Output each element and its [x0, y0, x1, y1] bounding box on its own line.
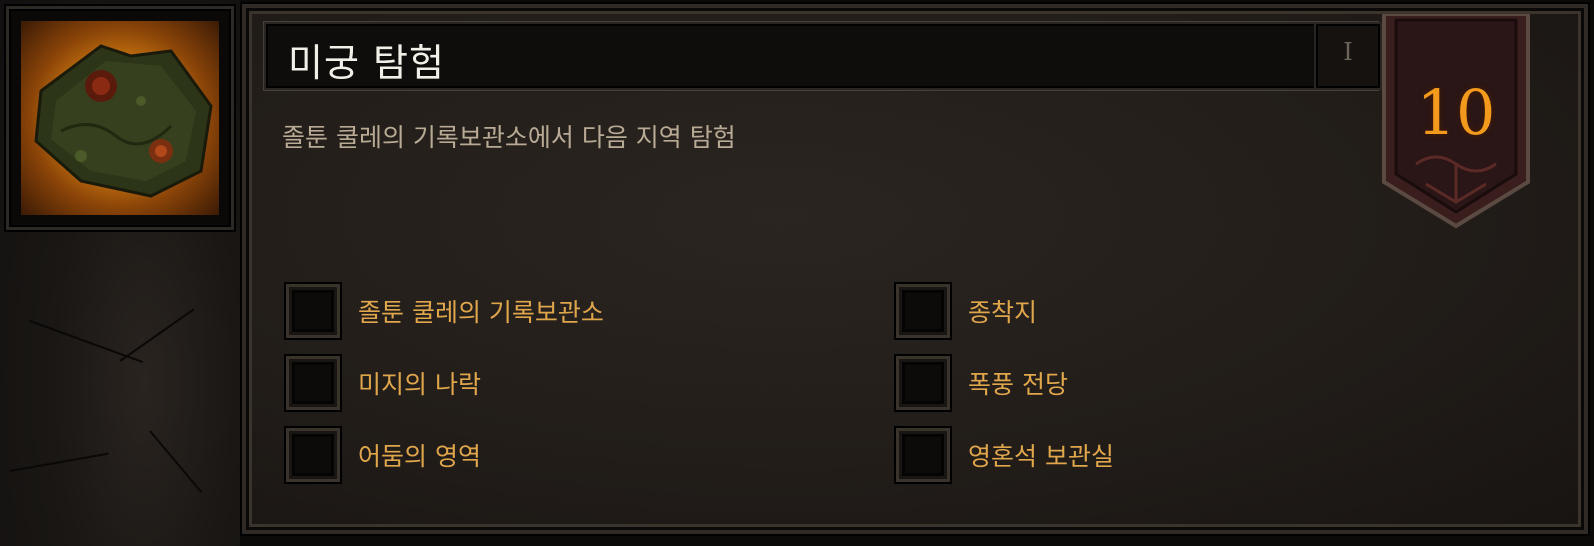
- objective-item: 졸툰 쿨레의 기록보관소: [286, 284, 604, 338]
- objective-label: 영혼석 보관실: [968, 442, 1114, 471]
- objective-label: 졸툰 쿨레의 기록보관소: [358, 298, 604, 327]
- objective-item: 영혼석 보관실: [896, 428, 1114, 482]
- objective-item: 미지의 나락: [286, 356, 481, 410]
- objective-label: 어둠의 영역: [358, 442, 481, 471]
- points-banner: 10: [1380, 12, 1532, 234]
- tier-roman: I: [1343, 38, 1353, 66]
- objective-checkbox: [286, 428, 340, 482]
- achievement-icon-frame: [6, 6, 234, 230]
- stone-crack: [119, 308, 195, 362]
- objective-item: 폭풍 전당: [896, 356, 1068, 410]
- achievement-points: 10: [1416, 76, 1496, 149]
- achievement-title: 미궁 탐험: [288, 41, 445, 85]
- objective-label: 미지의 나락: [358, 370, 481, 399]
- stone-crack: [9, 452, 109, 472]
- objective-item: 종착지: [896, 284, 1037, 338]
- left-column: [0, 0, 240, 546]
- objective-item: 어둠의 영역: [286, 428, 481, 482]
- objectives-list: 졸툰 쿨레의 기록보관소 미지의 나락 어둠의 영역 종착지 폭풍 전당 영혼석…: [286, 284, 1286, 504]
- objective-label: 폭풍 전당: [968, 370, 1068, 399]
- stone-crack: [149, 430, 203, 493]
- objective-checkbox: [286, 356, 340, 410]
- title-bar: 미궁 탐험: [264, 22, 1378, 90]
- objective-checkbox: [896, 428, 950, 482]
- tier-indicator: I: [1314, 22, 1382, 90]
- achievement-panel: 미궁 탐험 I 졸툰 쿨레의 기록보관소에서 다음 지역 탐험 10 졸툰 쿨레…: [242, 4, 1588, 534]
- objective-checkbox: [896, 284, 950, 338]
- map-icon: [21, 21, 219, 215]
- objective-checkbox: [896, 356, 950, 410]
- objective-checkbox: [286, 284, 340, 338]
- achievement-description: 졸툰 쿨레의 기록보관소에서 다음 지역 탐험: [282, 123, 736, 152]
- objective-label: 종착지: [968, 298, 1038, 327]
